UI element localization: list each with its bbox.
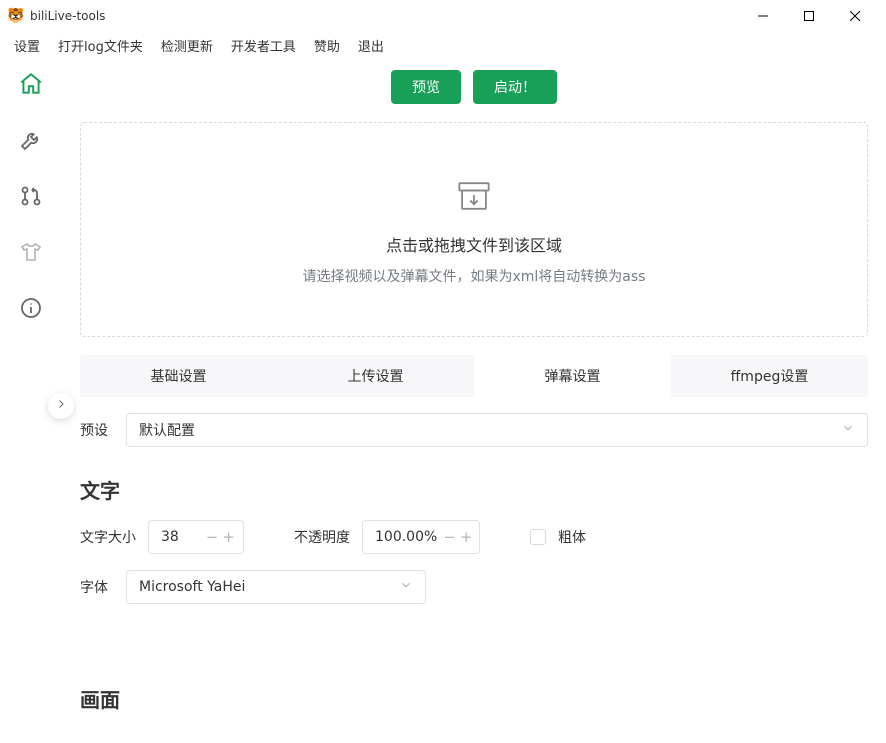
- chevron-down-icon: [841, 421, 855, 439]
- dropzone-title: 点击或拖拽文件到该区域: [386, 232, 562, 256]
- opacity-input[interactable]: 100.00 % −+: [362, 520, 480, 554]
- nav-pull-request[interactable]: [9, 176, 53, 220]
- info-icon: [19, 296, 43, 324]
- font-size-label: 文字大小: [80, 527, 136, 547]
- font-value: Microsoft YaHei: [139, 579, 245, 595]
- section-text: 文字: [80, 475, 868, 504]
- menu-devtools[interactable]: 开发者工具: [223, 33, 304, 58]
- close-button[interactable]: [832, 0, 878, 32]
- menu-check-update[interactable]: 检测更新: [153, 33, 221, 58]
- menu-open-log[interactable]: 打开log文件夹: [50, 33, 151, 58]
- stepper-controls[interactable]: −+: [206, 528, 235, 546]
- tab-ffmpeg[interactable]: ffmpeg设置: [671, 355, 868, 397]
- window-title: biliLive-tools: [30, 9, 105, 23]
- maximize-button[interactable]: [786, 0, 832, 32]
- tab-danmaku[interactable]: 弹幕设置: [474, 355, 671, 397]
- opacity-value: 100.00: [375, 529, 424, 545]
- chevron-right-icon: [55, 398, 67, 414]
- start-button[interactable]: 启动！: [473, 70, 557, 104]
- shirt-icon: [19, 240, 43, 268]
- menu-settings[interactable]: 设置: [6, 33, 48, 58]
- main-content: 预览 启动！ 点击或拖拽文件到该区域 请选择视频以及弹幕文件，如果为xml将自动…: [62, 58, 886, 743]
- font-size-input[interactable]: 38 −+: [148, 520, 244, 554]
- sidebar: [0, 58, 62, 743]
- opacity-label: 不透明度: [294, 527, 350, 547]
- nav-shirt[interactable]: [9, 232, 53, 276]
- chevron-down-icon: [399, 578, 413, 596]
- plus-icon[interactable]: +: [222, 528, 235, 546]
- minimize-button[interactable]: [740, 0, 786, 32]
- menu-sponsor[interactable]: 赞助: [306, 33, 348, 58]
- minus-icon[interactable]: −: [206, 528, 219, 546]
- title-bar: 🐯 biliLive-tools: [0, 0, 886, 32]
- archive-icon: [452, 174, 496, 222]
- minus-icon[interactable]: −: [443, 528, 456, 546]
- tab-basic[interactable]: 基础设置: [80, 355, 277, 397]
- settings-tabs: 基础设置 上传设置 弹幕设置 ffmpeg设置: [80, 355, 868, 397]
- pull-request-icon: [19, 184, 43, 212]
- app-icon: 🐯: [8, 8, 24, 24]
- stepper-controls[interactable]: −+: [443, 528, 472, 546]
- nav-info[interactable]: [9, 288, 53, 332]
- menu-bar: 设置 打开log文件夹 检测更新 开发者工具 赞助 退出: [0, 32, 886, 58]
- font-label: 字体: [80, 577, 114, 597]
- plus-icon[interactable]: +: [460, 528, 473, 546]
- section-canvas: 画面: [80, 684, 868, 713]
- text-size-row: 文字大小 38 −+ 不透明度 100.00 % −+ 粗体: [80, 520, 868, 554]
- bold-checkbox[interactable]: [530, 529, 546, 545]
- opacity-suffix: %: [424, 529, 437, 545]
- bold-label: 粗体: [558, 527, 586, 547]
- sidebar-toggle[interactable]: [48, 393, 74, 419]
- font-row: 字体 Microsoft YaHei: [80, 570, 868, 604]
- preset-row: 预设 默认配置: [80, 413, 868, 447]
- menu-exit[interactable]: 退出: [350, 33, 392, 58]
- preset-value: 默认配置: [139, 420, 195, 440]
- preview-button[interactable]: 预览: [391, 70, 461, 104]
- wrench-icon: [19, 128, 43, 156]
- font-select[interactable]: Microsoft YaHei: [126, 570, 426, 604]
- tab-upload[interactable]: 上传设置: [277, 355, 474, 397]
- nav-tools[interactable]: [9, 120, 53, 164]
- home-icon: [18, 71, 44, 101]
- preset-label: 预设: [80, 420, 114, 440]
- file-dropzone[interactable]: 点击或拖拽文件到该区域 请选择视频以及弹幕文件，如果为xml将自动转换为ass: [80, 122, 868, 337]
- dropzone-subtitle: 请选择视频以及弹幕文件，如果为xml将自动转换为ass: [303, 266, 646, 286]
- window-controls: [740, 0, 878, 32]
- nav-home[interactable]: [9, 64, 53, 108]
- action-buttons: 预览 启动！: [80, 70, 868, 104]
- font-size-value: 38: [161, 529, 179, 545]
- preset-select[interactable]: 默认配置: [126, 413, 868, 447]
